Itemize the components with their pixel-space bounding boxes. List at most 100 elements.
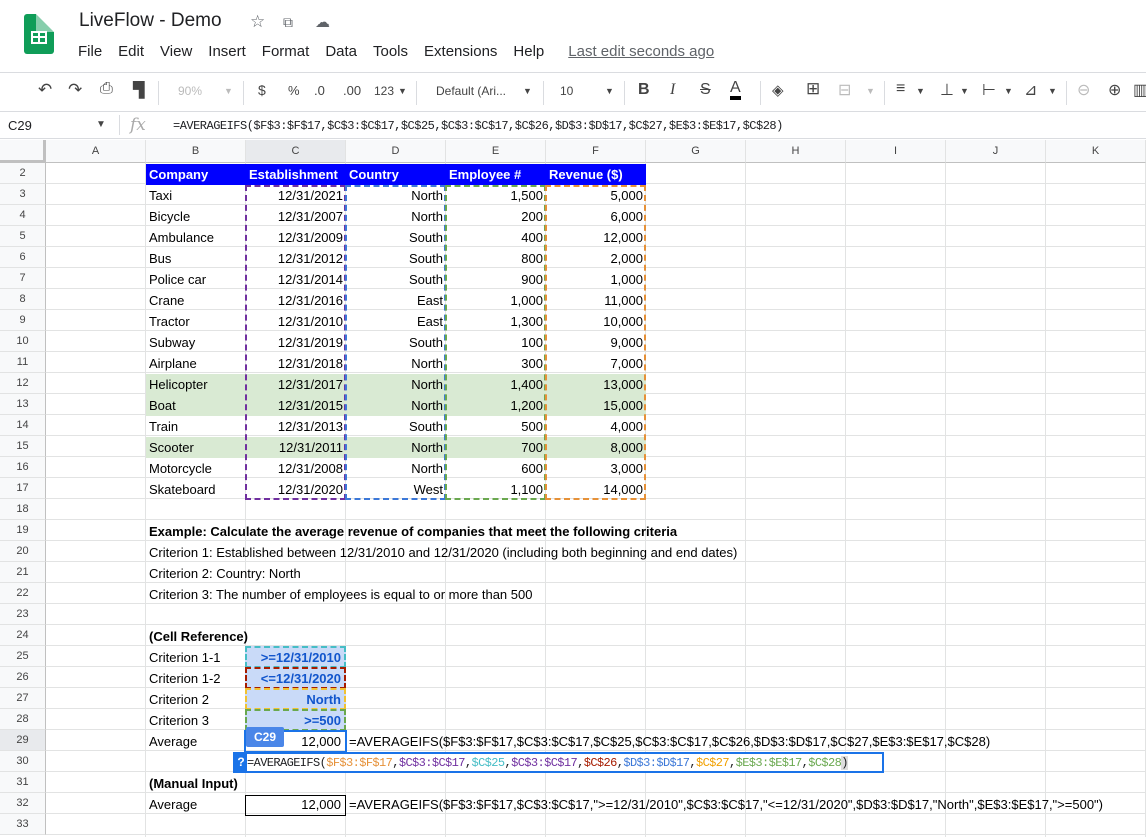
formula-input[interactable]: =AVERAGEIFS($F$3:$F$17,$C$3:$C$17,$C$25,… (173, 119, 783, 133)
menu-extensions[interactable]: Extensions (424, 43, 497, 60)
document-title[interactable]: LiveFlow - Demo (79, 10, 222, 32)
column-header-e[interactable]: E (446, 140, 546, 163)
column-header-d[interactable]: D (346, 140, 446, 163)
row-header[interactable]: 2 (0, 163, 46, 184)
chevron-down-icon[interactable]: ▼ (96, 119, 106, 130)
chevron-down-icon[interactable]: ▼ (523, 86, 532, 96)
text-rotation-icon[interactable]: ⊿ (1024, 80, 1037, 100)
table-cell[interactable]: Crane (146, 290, 246, 311)
move-folder-icon[interactable]: ⧉ (283, 14, 293, 31)
column-header-f[interactable]: F (546, 140, 646, 163)
chevron-down-icon[interactable]: ▼ (960, 86, 969, 96)
table-cell[interactable]: Ambulance (146, 227, 246, 248)
borders-icon[interactable]: ⊞ (806, 79, 820, 99)
table-cell[interactable]: Skateboard (146, 479, 246, 500)
menu-tools[interactable]: Tools (373, 43, 408, 60)
menu-insert[interactable]: Insert (208, 43, 246, 60)
row-header[interactable]: 17 (0, 478, 46, 499)
column-header-j[interactable]: J (946, 140, 1046, 163)
name-box[interactable]: C29 (8, 118, 32, 133)
row-header[interactable]: 21 (0, 562, 46, 583)
vertical-align-icon[interactable]: ⊥ (940, 80, 954, 100)
insert-comment-icon[interactable]: ⊕ (1108, 80, 1121, 100)
table-cell[interactable]: Helicopter (146, 374, 246, 395)
table-cell[interactable]: Airplane (146, 353, 246, 374)
row-header[interactable]: 12 (0, 373, 46, 394)
sheets-logo-icon[interactable] (24, 14, 54, 54)
row-header[interactable]: 18 (0, 499, 46, 520)
select-all-corner[interactable] (0, 140, 46, 163)
merge-cells-icon[interactable]: ⊟ (838, 80, 851, 100)
undo-icon[interactable]: ↶ (38, 80, 52, 100)
formula-help-icon[interactable]: ? (235, 754, 247, 771)
fill-color-icon[interactable]: ◈ (772, 81, 784, 99)
row-header[interactable]: 3 (0, 184, 46, 205)
table-header-cell[interactable]: Revenue ($) (546, 164, 646, 185)
table-cell[interactable]: Motorcycle (146, 458, 246, 479)
column-header-b[interactable]: B (146, 140, 246, 163)
row-header[interactable]: 4 (0, 205, 46, 226)
last-edit-link[interactable]: Last edit seconds ago (568, 43, 714, 60)
row-header[interactable]: 8 (0, 289, 46, 310)
row-header[interactable]: 29 (0, 730, 46, 751)
menu-format[interactable]: Format (262, 43, 310, 60)
row-header[interactable]: 25 (0, 646, 46, 667)
menu-edit[interactable]: Edit (118, 43, 144, 60)
column-header-i[interactable]: I (846, 140, 946, 163)
chevron-down-icon[interactable]: ▼ (866, 86, 875, 96)
table-cell[interactable]: Subway (146, 332, 246, 353)
row-header[interactable]: 24 (0, 625, 46, 646)
star-icon[interactable]: ☆ (250, 12, 265, 32)
column-header-c[interactable]: C (246, 140, 346, 163)
row-header[interactable]: 6 (0, 247, 46, 268)
horizontal-align-icon[interactable]: ≡ (896, 80, 905, 98)
chevron-down-icon[interactable]: ▼ (605, 86, 614, 96)
table-cell[interactable]: Scooter (146, 437, 246, 458)
font-family-select[interactable]: Default (Ari... (436, 84, 506, 98)
table-cell[interactable]: Taxi (146, 185, 246, 206)
strikethrough-button[interactable]: S (700, 81, 711, 99)
row-header[interactable]: 11 (0, 352, 46, 373)
menu-data[interactable]: Data (325, 43, 357, 60)
chevron-down-icon[interactable]: ▼ (398, 86, 407, 96)
increase-decimal-button[interactable]: .00 (343, 83, 361, 98)
zoom-select[interactable]: 90% (178, 84, 202, 98)
number-format-select[interactable]: 123 (374, 84, 394, 98)
row-header[interactable]: 26 (0, 667, 46, 688)
row-header[interactable]: 19 (0, 520, 46, 541)
table-header-cell[interactable]: Company (146, 164, 246, 185)
column-header-g[interactable]: G (646, 140, 746, 163)
formula-edit-box[interactable]: ? =AVERAGEIFS($F$3:$F$17,$C$3:$C$17,$C$25… (233, 752, 884, 773)
chevron-down-icon[interactable]: ▼ (916, 86, 925, 96)
font-size-select[interactable]: 10 (560, 84, 573, 98)
table-cell[interactable]: Bus (146, 248, 246, 269)
row-header[interactable]: 31 (0, 772, 46, 793)
row-header[interactable]: 22 (0, 583, 46, 604)
table-cell[interactable]: Police car (146, 269, 246, 290)
chevron-down-icon[interactable]: ▼ (1048, 86, 1057, 96)
decrease-decimal-button[interactable]: .0 (314, 83, 325, 98)
column-header-h[interactable]: H (746, 140, 846, 163)
print-icon[interactable]: ⎙ (100, 80, 113, 98)
row-header[interactable]: 15 (0, 436, 46, 457)
row-header[interactable]: 10 (0, 331, 46, 352)
bold-button[interactable]: B (638, 81, 650, 99)
table-cell[interactable]: Bicycle (146, 206, 246, 227)
table-header-cell[interactable]: Establishment (246, 164, 346, 185)
chevron-down-icon[interactable]: ▼ (224, 86, 233, 96)
row-header[interactable]: 28 (0, 709, 46, 730)
insert-link-icon[interactable]: ⊖ (1077, 80, 1090, 100)
column-header-a[interactable]: A (46, 140, 146, 163)
menu-file[interactable]: File (78, 43, 102, 60)
row-header[interactable]: 23 (0, 604, 46, 625)
table-cell[interactable]: Tractor (146, 311, 246, 332)
column-header-k[interactable]: K (1046, 140, 1146, 163)
row-header[interactable]: 7 (0, 268, 46, 289)
table-cell[interactable]: Train (146, 416, 246, 437)
row-header[interactable]: 33 (0, 814, 46, 835)
cloud-status-icon[interactable]: ☁ (315, 13, 330, 31)
table-header-cell[interactable]: Country (346, 164, 446, 185)
currency-format-button[interactable]: $ (258, 82, 266, 98)
row-header[interactable]: 14 (0, 415, 46, 436)
row-header[interactable]: 30 (0, 751, 46, 772)
